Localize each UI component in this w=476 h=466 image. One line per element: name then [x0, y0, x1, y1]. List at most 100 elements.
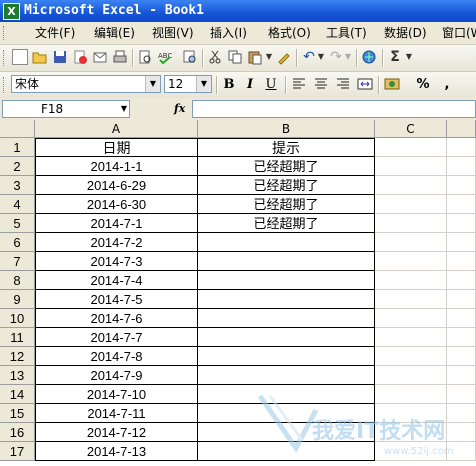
- research-icon[interactable]: [182, 49, 198, 65]
- comma-button[interactable]: ,: [438, 76, 456, 94]
- menu-insert[interactable]: 插入(I): [210, 25, 247, 41]
- row-header[interactable]: 16: [0, 423, 35, 442]
- permission-icon[interactable]: [72, 49, 88, 65]
- name-box[interactable]: F18 ▼: [2, 100, 130, 118]
- format-painter-icon[interactable]: [276, 49, 292, 65]
- row-header[interactable]: 17: [0, 442, 35, 461]
- table-cell[interactable]: [198, 233, 375, 252]
- formula-input[interactable]: [192, 100, 476, 118]
- print-icon[interactable]: [112, 49, 128, 65]
- menu-tools[interactable]: 工具(T): [326, 25, 367, 41]
- row-header[interactable]: 15: [0, 404, 35, 423]
- table-cell[interactable]: [375, 214, 447, 233]
- table-cell[interactable]: [447, 423, 476, 442]
- table-cell[interactable]: [375, 347, 447, 366]
- table-cell[interactable]: [198, 385, 375, 404]
- table-cell[interactable]: 2014-7-13: [35, 442, 198, 461]
- row-header[interactable]: 6: [0, 233, 35, 252]
- row-header[interactable]: 12: [0, 347, 35, 366]
- insert-function-icon[interactable]: fx: [174, 100, 185, 118]
- font-size-select[interactable]: 12 ▼: [164, 75, 212, 93]
- toolbar-grip[interactable]: [3, 50, 7, 66]
- table-cell[interactable]: [447, 138, 476, 157]
- row-header[interactable]: 7: [0, 252, 35, 271]
- table-cell[interactable]: [375, 138, 447, 157]
- table-cell[interactable]: 已经超期了: [198, 195, 375, 214]
- table-cell[interactable]: [375, 252, 447, 271]
- italic-button[interactable]: I: [241, 76, 259, 94]
- hyperlink-icon[interactable]: [361, 49, 377, 65]
- table-cell[interactable]: [198, 423, 375, 442]
- table-cell[interactable]: [375, 271, 447, 290]
- table-cell[interactable]: [198, 442, 375, 461]
- table-cell[interactable]: [375, 328, 447, 347]
- row-header[interactable]: 4: [0, 195, 35, 214]
- save-icon[interactable]: [52, 49, 68, 65]
- table-cell[interactable]: 日期: [35, 138, 198, 157]
- email-icon[interactable]: [92, 49, 108, 65]
- table-cell[interactable]: [447, 214, 476, 233]
- table-cell[interactable]: [447, 442, 476, 461]
- column-header-b[interactable]: B: [198, 120, 375, 138]
- table-cell[interactable]: 已经超期了: [198, 176, 375, 195]
- table-cell[interactable]: [375, 290, 447, 309]
- table-cell[interactable]: [198, 309, 375, 328]
- table-cell[interactable]: [447, 195, 476, 214]
- redo-dropdown-icon[interactable]: ▼: [344, 49, 352, 65]
- table-cell[interactable]: [447, 233, 476, 252]
- row-header[interactable]: 2: [0, 157, 35, 176]
- table-cell[interactable]: [198, 404, 375, 423]
- menu-format[interactable]: 格式(O): [268, 25, 311, 41]
- table-cell[interactable]: 已经超期了: [198, 214, 375, 233]
- table-cell[interactable]: 2014-7-8: [35, 347, 198, 366]
- table-cell[interactable]: [447, 290, 476, 309]
- row-header[interactable]: 14: [0, 385, 35, 404]
- menubar-grip[interactable]: [3, 26, 7, 40]
- table-cell[interactable]: [198, 328, 375, 347]
- menu-view[interactable]: 视图(V): [152, 25, 194, 41]
- column-header-c[interactable]: C: [375, 120, 447, 138]
- table-cell[interactable]: [447, 176, 476, 195]
- undo-dropdown-icon[interactable]: ▼: [317, 49, 325, 65]
- table-cell[interactable]: [375, 442, 447, 461]
- row-header[interactable]: 13: [0, 366, 35, 385]
- table-cell[interactable]: 2014-7-4: [35, 271, 198, 290]
- row-header[interactable]: 5: [0, 214, 35, 233]
- table-cell[interactable]: 2014-7-2: [35, 233, 198, 252]
- menu-file[interactable]: 文件(F): [35, 25, 75, 41]
- merge-center-icon[interactable]: [357, 76, 373, 92]
- table-cell[interactable]: 2014-6-30: [35, 195, 198, 214]
- table-cell[interactable]: 2014-7-11: [35, 404, 198, 423]
- table-cell[interactable]: [198, 347, 375, 366]
- autosum-dropdown-icon[interactable]: ▼: [405, 49, 413, 65]
- paste-dropdown-icon[interactable]: ▼: [265, 49, 273, 65]
- chevron-down-icon[interactable]: ▼: [121, 101, 127, 117]
- table-cell[interactable]: 2014-7-12: [35, 423, 198, 442]
- table-cell[interactable]: 2014-7-1: [35, 214, 198, 233]
- table-cell[interactable]: [198, 366, 375, 385]
- underline-button[interactable]: U: [262, 76, 280, 94]
- chevron-down-icon[interactable]: ▼: [196, 76, 211, 92]
- table-cell[interactable]: [198, 290, 375, 309]
- table-cell[interactable]: [447, 385, 476, 404]
- copy-icon[interactable]: [227, 49, 243, 65]
- table-cell[interactable]: [375, 233, 447, 252]
- row-header[interactable]: 9: [0, 290, 35, 309]
- percent-button[interactable]: %: [414, 76, 432, 94]
- table-cell[interactable]: [447, 252, 476, 271]
- row-header[interactable]: 10: [0, 309, 35, 328]
- table-cell[interactable]: [447, 328, 476, 347]
- table-cell[interactable]: [447, 309, 476, 328]
- row-header[interactable]: 3: [0, 176, 35, 195]
- table-cell[interactable]: [375, 309, 447, 328]
- table-cell[interactable]: [447, 347, 476, 366]
- table-cell[interactable]: [447, 366, 476, 385]
- table-cell[interactable]: 2014-7-5: [35, 290, 198, 309]
- table-cell[interactable]: 2014-7-10: [35, 385, 198, 404]
- table-cell[interactable]: [375, 157, 447, 176]
- chevron-down-icon[interactable]: ▼: [145, 76, 160, 92]
- table-cell[interactable]: [198, 271, 375, 290]
- table-cell[interactable]: 2014-7-9: [35, 366, 198, 385]
- table-cell[interactable]: [375, 423, 447, 442]
- table-cell[interactable]: [447, 271, 476, 290]
